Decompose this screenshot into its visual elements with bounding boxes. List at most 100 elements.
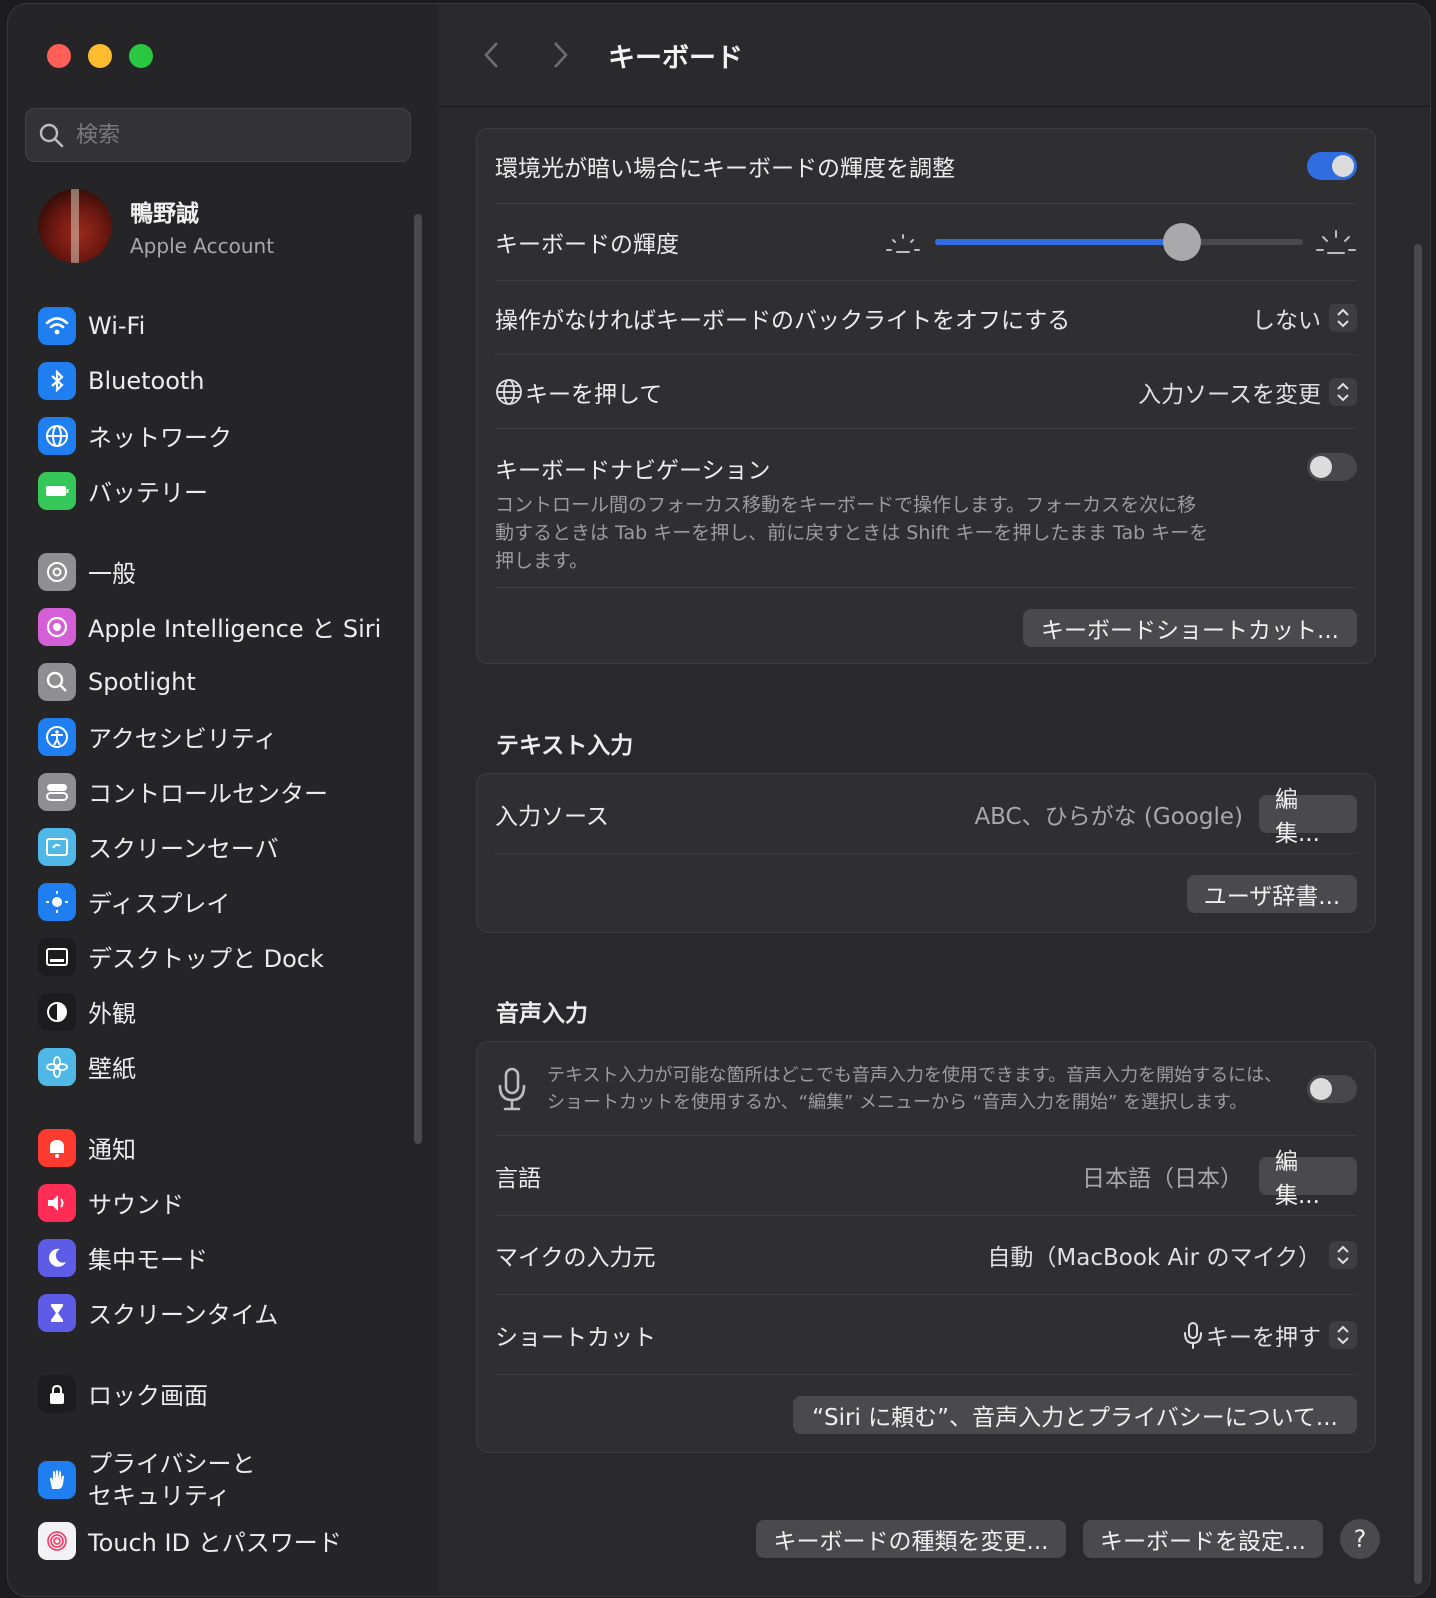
dictation-shortcut-value[interactable]: キーを押す xyxy=(1206,1318,1321,1352)
back-button[interactable] xyxy=(472,35,512,75)
close-window-button[interactable] xyxy=(47,44,71,68)
auto-brightness-row: 環境光が暗い場合にキーボードの輝度を調整 xyxy=(495,129,1357,204)
sidebar-item-battery[interactable]: バッテリー xyxy=(38,463,418,518)
search-field[interactable] xyxy=(25,108,411,162)
sidebar-item-lock[interactable]: ロック画面 xyxy=(38,1366,418,1421)
apple-account-item[interactable]: 鴨野誠 Apple Account xyxy=(38,189,274,263)
search-icon xyxy=(39,123,64,148)
sidebar-item-screensaver[interactable]: スクリーンセーバ xyxy=(38,819,418,874)
dictation-section-title: 音声入力 xyxy=(496,1001,588,1027)
brightness-low-icon xyxy=(886,234,920,253)
sidebar-item-hourglass[interactable]: スクリーンタイム xyxy=(38,1285,418,1340)
backlight-off-popup[interactable] xyxy=(1329,303,1357,332)
brightness-slider[interactable] xyxy=(935,223,1303,261)
sidebar-item-siri[interactable]: Apple Intelligence と Siri xyxy=(38,599,418,654)
updown-chevron-icon xyxy=(1337,1325,1349,1344)
backlight-group: 環境光が暗い場合にキーボードの輝度を調整 キーボードの輝度 操作がなければキーボ… xyxy=(476,128,1376,664)
keyboard-shortcuts-button[interactable]: キーボードショートカット... xyxy=(1023,609,1357,647)
battery-icon xyxy=(38,471,76,510)
footer-buttons: キーボードの種類を変更... キーボードを設定... ? xyxy=(756,1519,1380,1559)
sidebar-item-label: Apple Intelligence と Siri xyxy=(88,615,382,643)
language-edit-button[interactable]: 編集... xyxy=(1259,1149,1357,1209)
zoom-window-button[interactable] xyxy=(129,44,153,68)
sidebar-item-wifi[interactable]: Wi-Fi xyxy=(38,298,418,353)
backlight-off-value[interactable]: しない xyxy=(1252,301,1321,335)
language-value: 日本語（日本） xyxy=(1082,1165,1243,1192)
sidebar-scrollbar[interactable] xyxy=(414,214,422,1144)
sidebar-item-label: 集中モード xyxy=(88,1246,208,1274)
sidebar-item-accessibility[interactable]: アクセシビリティ xyxy=(38,709,418,764)
keyboard-nav-label: キーボードナビゲーション xyxy=(495,458,771,484)
hourglass-icon xyxy=(38,1293,76,1332)
chevron-right-icon xyxy=(554,42,568,68)
mic-key-icon xyxy=(1184,1321,1202,1349)
updown-chevron-icon xyxy=(1337,1245,1349,1265)
sidebar-item-label: アクセシビリティ xyxy=(88,725,278,753)
sidebar-item-fingerprint[interactable]: Touch ID とパスワード xyxy=(38,1513,418,1568)
sidebar-item-speaker[interactable]: サウンド xyxy=(38,1175,418,1230)
sidebar-item-magnifier[interactable]: Spotlight xyxy=(38,654,418,709)
mic-source-popup[interactable] xyxy=(1329,1241,1357,1269)
dictation-shortcut-popup[interactable] xyxy=(1329,1320,1357,1349)
updown-chevron-icon xyxy=(1337,382,1349,401)
sidebar-item-globe[interactable]: ネットワーク xyxy=(38,408,418,463)
lock-icon xyxy=(38,1374,76,1413)
brightness-high-icon xyxy=(1316,230,1356,254)
updown-chevron-icon xyxy=(1337,308,1349,327)
flower-icon xyxy=(38,1047,76,1086)
globe-icon xyxy=(496,378,522,405)
keyboard-nav-toggle[interactable] xyxy=(1307,453,1357,481)
sidebar-item-bell[interactable]: 通知 xyxy=(38,1120,418,1175)
sidebar-item-appearance[interactable]: 外観 xyxy=(38,984,418,1039)
help-button[interactable]: ? xyxy=(1340,1519,1380,1559)
sidebar-item-bluetooth[interactable]: Bluetooth xyxy=(38,353,418,408)
wifi-icon xyxy=(38,306,76,345)
sidebar-item-label: ロック画面 xyxy=(88,1382,208,1410)
shortcuts-row: キーボードショートカット... xyxy=(495,588,1357,668)
sidebar-item-hand[interactable]: プライバシーと セキュリティ xyxy=(38,1447,418,1513)
sidebar-item-gear[interactable]: 一般 xyxy=(38,544,418,599)
moon-icon xyxy=(38,1238,76,1277)
dictation-shortcut-row: ショートカット キーを押す xyxy=(495,1295,1357,1375)
sidebar-item-label: 外観 xyxy=(88,1000,136,1028)
auto-brightness-toggle[interactable] xyxy=(1307,152,1357,180)
dictation-toggle[interactable] xyxy=(1307,1074,1357,1103)
setup-keyboard-button[interactable]: キーボードを設定... xyxy=(1083,1520,1323,1558)
sidebar-item-flower[interactable]: 壁紙 xyxy=(38,1039,418,1094)
toolbar: キーボード xyxy=(438,4,1430,107)
user-dictionary-row: ユーザ辞書... xyxy=(495,854,1357,933)
forward-button[interactable] xyxy=(540,35,580,75)
sidebar-item-label: コントロールセンター xyxy=(88,780,328,808)
sidebar-item-dock[interactable]: デスクトップと Dock xyxy=(38,929,418,984)
main-pane: キーボード 環境光が暗い場合にキーボードの輝度を調整 キーボードの輝度 操作がな… xyxy=(438,4,1430,1596)
globe-key-label: キーを押して xyxy=(525,381,663,408)
input-sources-edit-button[interactable]: 編集... xyxy=(1259,787,1357,847)
sidebar-item-toggles[interactable]: コントロールセンター xyxy=(38,764,418,819)
globe-key-value[interactable]: 入力ソースを変更 xyxy=(1138,375,1321,409)
change-keyboard-type-button[interactable]: キーボードの種類を変更... xyxy=(756,1520,1066,1558)
mic-source-value[interactable]: 自動（MacBook Air のマイク） xyxy=(987,1238,1321,1272)
accessibility-icon xyxy=(38,717,76,756)
globe-key-popup[interactable] xyxy=(1329,377,1357,406)
sidebar-item-label: プライバシーと セキュリティ xyxy=(88,1450,256,1510)
window-controls xyxy=(47,44,153,68)
sidebar-item-sun[interactable]: ディスプレイ xyxy=(38,874,418,929)
search-input[interactable] xyxy=(74,121,398,149)
dictation-description: テキスト入力が可能な箇所はどこでも音声入力を使用できます。音声入力を開始するには… xyxy=(547,1064,1283,1113)
dock-icon xyxy=(38,937,76,976)
user-dictionary-button[interactable]: ユーザ辞書... xyxy=(1187,874,1357,913)
toggles-icon xyxy=(38,772,76,811)
sidebar-item-moon[interactable]: 集中モード xyxy=(38,1230,418,1285)
chevron-left-icon xyxy=(484,42,498,68)
appearance-icon xyxy=(38,992,76,1031)
siri-privacy-button[interactable]: “Siri に頼む”、音声入力とプライバシーについて... xyxy=(793,1396,1357,1434)
language-label: 言語 xyxy=(495,1165,541,1192)
minimize-window-button[interactable] xyxy=(88,44,112,68)
input-sources-row: 入力ソース ABC、ひらがな (Google) 編集... xyxy=(495,774,1357,854)
microphone-icon xyxy=(498,1067,526,1110)
screensaver-icon xyxy=(38,827,76,866)
main-scrollbar[interactable] xyxy=(1414,244,1422,1584)
text-input-group: 入力ソース ABC、ひらがな (Google) 編集... ユーザ辞書... xyxy=(476,773,1376,933)
brightness-slider-knob[interactable] xyxy=(1162,223,1201,261)
backlight-off-label: 操作がなければキーボードのバックライトをオフにする xyxy=(495,307,1071,334)
